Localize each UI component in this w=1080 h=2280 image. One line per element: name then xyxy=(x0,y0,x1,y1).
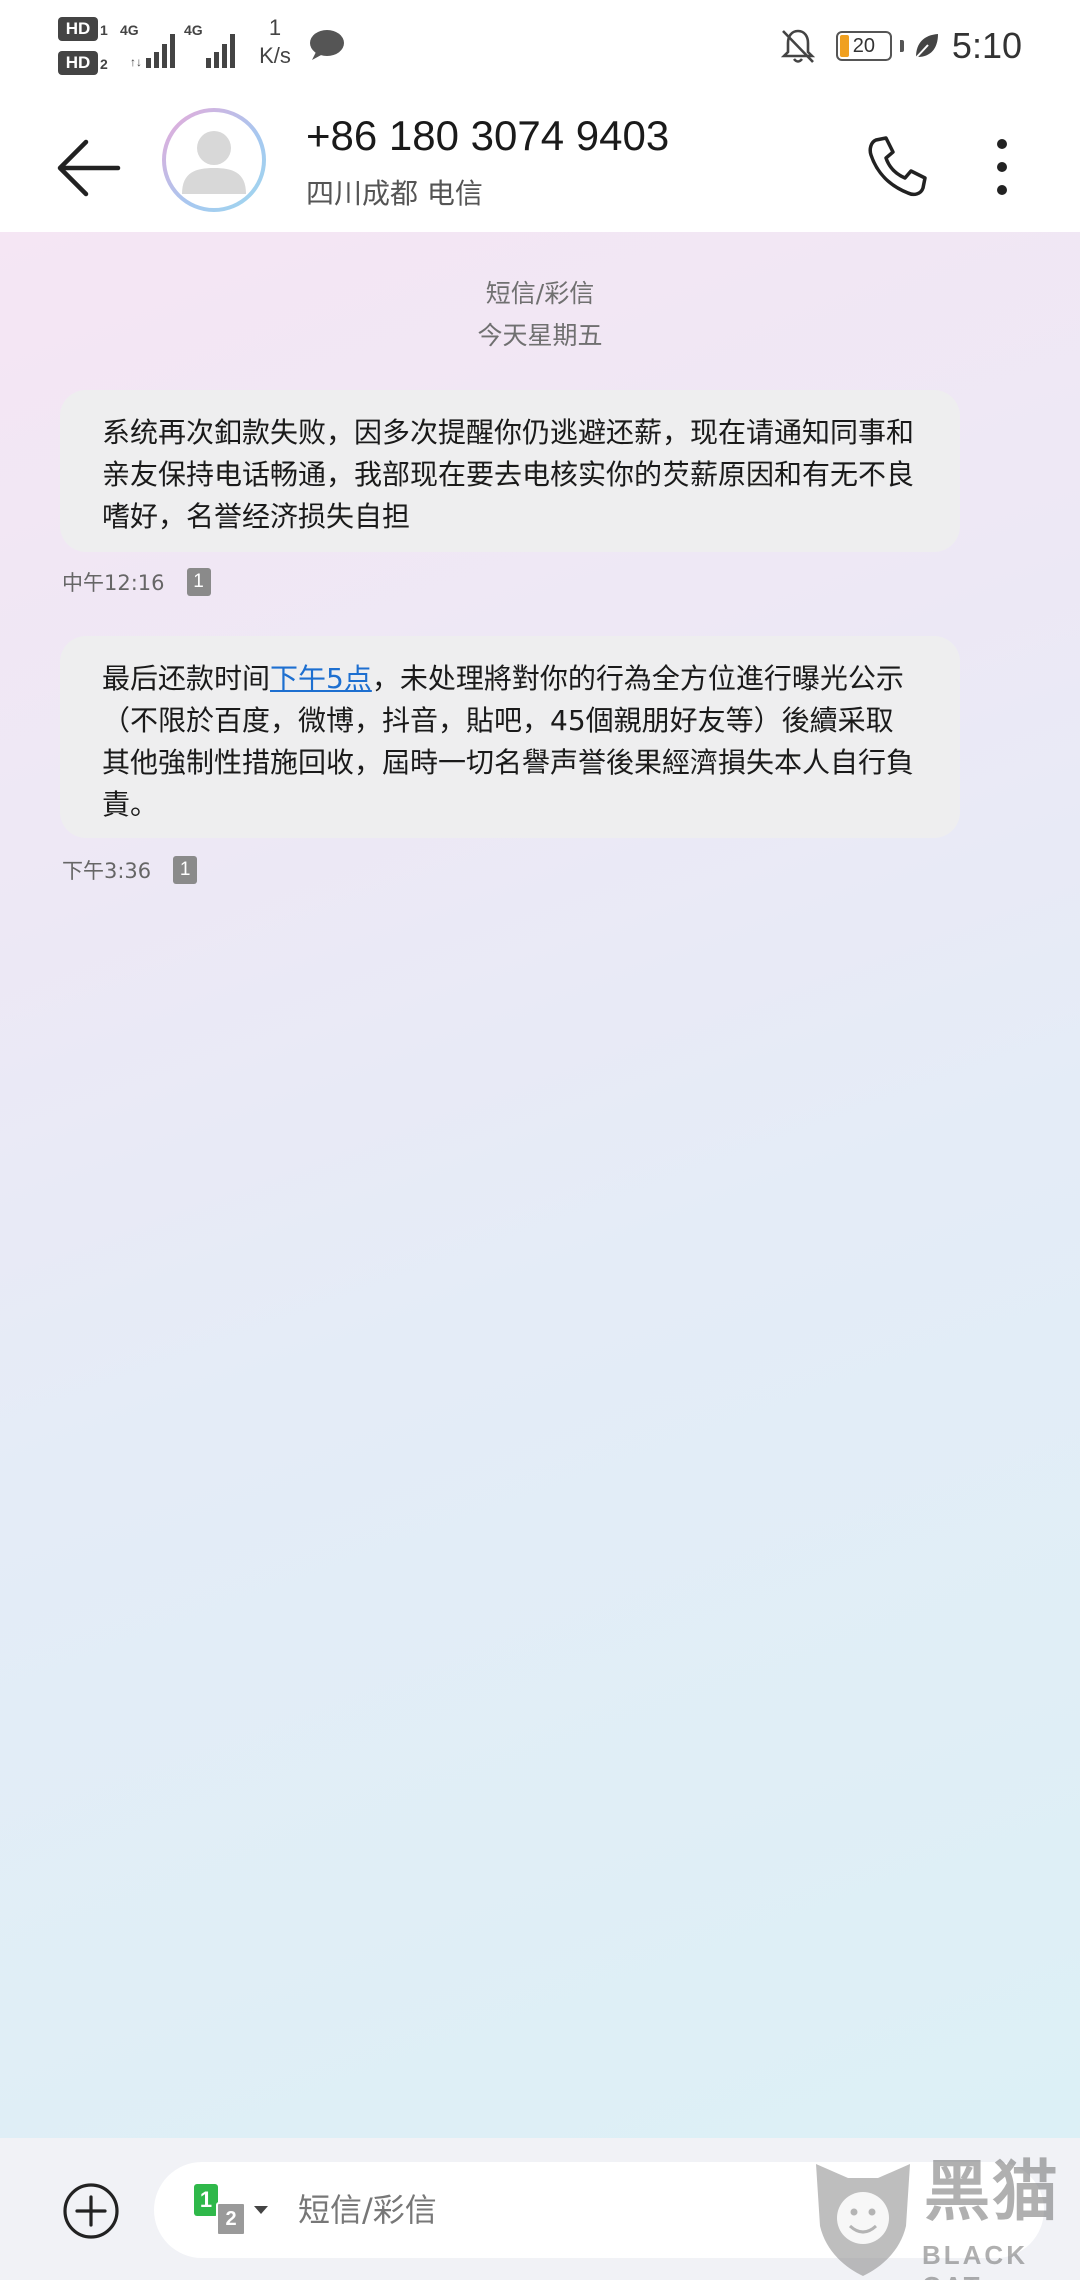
chat-bubble-icon xyxy=(310,30,344,60)
conversation-type-label: 短信/彩信 xyxy=(485,279,595,308)
status-right: 20 5:10 xyxy=(778,18,1022,74)
avatar[interactable] xyxy=(162,108,266,212)
signal-sim2: 4G xyxy=(184,20,244,74)
message-time: 下午3:36 xyxy=(62,859,152,883)
message-placeholder: 短信/彩信 xyxy=(298,2191,437,2229)
conversation-date-label: 今天星期五 xyxy=(477,321,603,350)
network-speed: 1 K/s xyxy=(250,14,300,70)
message-meta: 中午12:16 1 xyxy=(62,566,211,598)
compose-bar: 1 2 短信/彩信 xyxy=(0,2138,1080,2280)
svg-text:↑↓: ↑↓ xyxy=(130,55,142,69)
signal-bars-icon: ↑↓ xyxy=(130,34,175,69)
status-bar: HD 1 HD 2 4G ↑↓ 4G 1 K/s 20 5:10 xyxy=(0,0,1080,92)
signal-sim1: 4G ↑↓ xyxy=(120,20,180,74)
chevron-down-icon xyxy=(254,2206,268,2214)
message-text-before: 最后还款时间 xyxy=(102,662,271,695)
time-link[interactable]: 下午5点 xyxy=(270,662,372,695)
bell-off-icon xyxy=(780,29,816,63)
battery-icon: 20 xyxy=(835,31,892,61)
contact-number: +86 180 3074 9403 xyxy=(306,112,670,159)
message-input[interactable]: 1 2 短信/彩信 xyxy=(154,2162,1044,2258)
signal-bars-icon xyxy=(206,34,235,68)
conversation-area[interactable]: 短信/彩信 今天星期五 系统再次釦款失败，因多次提醒你仍逃避还薪，现在请通知同事… xyxy=(0,232,1080,2138)
message-text: 系统再次釦款失败，因多次提醒你仍逃避还薪，现在请通知同事和亲友保持电话畅通，我部… xyxy=(102,416,915,533)
hd-label: HD xyxy=(65,19,91,38)
avatar-icon xyxy=(166,112,262,208)
hd-badge-sim2: HD 2 xyxy=(58,51,108,75)
message-time: 中午12:16 xyxy=(62,571,165,595)
sim1-chip: 1 xyxy=(194,2184,218,2216)
more-icon[interactable] xyxy=(972,132,1032,202)
phone-icon[interactable] xyxy=(862,132,932,202)
battery-tip xyxy=(899,40,904,52)
message-meta: 下午3:36 1 xyxy=(62,854,198,886)
speed-unit: K/s xyxy=(259,43,291,68)
back-arrow-icon[interactable] xyxy=(50,128,130,208)
conversation-header: +86 180 3074 9403 四川成都 电信 xyxy=(0,92,1080,232)
add-icon[interactable] xyxy=(62,2182,120,2240)
contact-location: 四川成都 电信 xyxy=(306,177,483,210)
battery-level: 20 xyxy=(852,35,876,57)
sim2-chip: 2 xyxy=(216,2202,246,2236)
speed-value: 1 xyxy=(268,15,282,40)
sim1-number: 1 xyxy=(100,22,108,38)
sim-switch-icon[interactable]: 1 2 xyxy=(194,2184,284,2240)
hd-label: HD xyxy=(65,53,91,72)
leaf-icon xyxy=(913,34,938,61)
sim-badge-icon: 1 xyxy=(186,568,211,596)
person-silhouette-icon xyxy=(182,131,246,194)
sim-badge-icon: 1 xyxy=(173,856,198,884)
message-bubble[interactable]: 最后还款时间下午5点，未处理將對你的行為全方位進行曝光公示（不限於百度，微博，抖… xyxy=(60,636,960,838)
clock: 5:10 xyxy=(951,25,1022,66)
message-bubble[interactable]: 系统再次釦款失败，因多次提醒你仍逃避还薪，现在请通知同事和亲友保持电话畅通，我部… xyxy=(60,390,960,552)
sim2-number: 2 xyxy=(100,56,108,72)
hd-badge-sim1: HD 1 xyxy=(58,17,108,41)
